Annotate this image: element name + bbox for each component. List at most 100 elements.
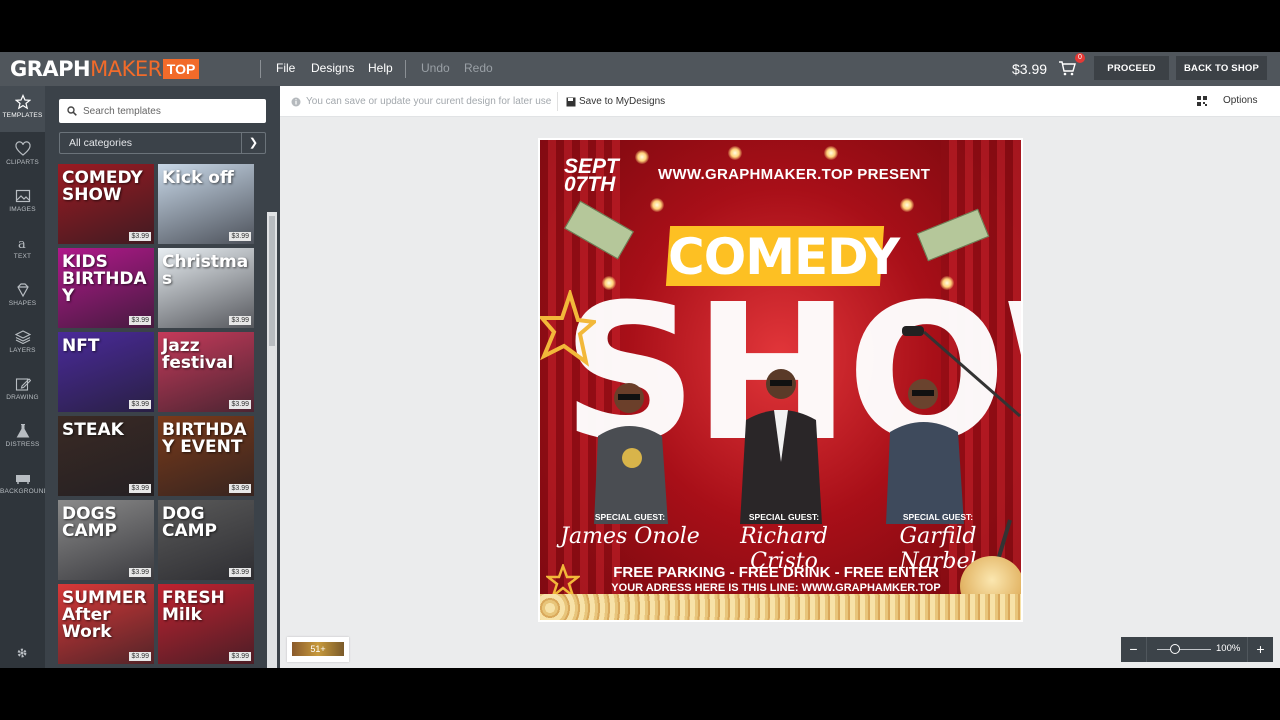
thumbnail-title: SUMMER After Work	[62, 588, 147, 642]
rail-images[interactable]: IMAGES	[0, 180, 45, 226]
template-thumbnail[interactable]: COMEDY SHOW $3.99	[58, 164, 154, 244]
template-thumbnail[interactable]: BIRTHDAY EVENT $3.99	[158, 416, 254, 496]
rail-shapes[interactable]: SHAPES	[0, 274, 45, 320]
rail-label: TEMPLATES	[2, 112, 43, 119]
thumbnail-title: COMEDY SHOW	[62, 168, 143, 205]
thumbnail-price: $3.99	[129, 652, 151, 661]
logo-top: TOP	[162, 58, 200, 79]
save-hint: You can save or update your curent desig…	[291, 96, 551, 107]
design-canvas[interactable]: SEPT 07TH WWW.GRAPHMAKER.TOP PRESENT COM…	[538, 138, 1023, 622]
qr-icon[interactable]	[1197, 96, 1207, 106]
star-outline-shape[interactable]	[540, 290, 596, 370]
template-thumbnail[interactable]: SUMMER After Work $3.99	[58, 584, 154, 664]
thumbnail-price: $3.99	[129, 484, 151, 493]
thumbnail-title: Jazz festival	[162, 336, 234, 373]
zoom-out-button[interactable]: −	[1121, 637, 1147, 662]
top-bar: GRAPH MAKER TOP File Designs Help Undo R…	[0, 52, 1280, 86]
template-thumbnail[interactable]: Christmas $3.99	[158, 248, 254, 328]
guest-label[interactable]: SPECIAL GUEST:	[570, 512, 690, 522]
scrollbar-thumb[interactable]	[269, 216, 275, 346]
thumbnail-title: FRESH Milk	[162, 588, 225, 625]
stage-light	[650, 198, 664, 212]
guest-name[interactable]: James Onole	[560, 524, 700, 549]
thumbnail-price: $3.99	[229, 316, 251, 325]
search-input[interactable]: Search templates	[59, 99, 266, 123]
stage-light	[728, 146, 742, 160]
guest-photo[interactable]	[584, 374, 679, 524]
event-date[interactable]: SEPT 07TH	[564, 156, 619, 195]
proceed-button[interactable]: PROCEED	[1094, 56, 1169, 80]
zoom-control: − 100% +	[1121, 637, 1273, 662]
thumbnail-price: $3.99	[129, 400, 151, 409]
thumbnail-title: BIRTHDAY EVENT	[162, 420, 247, 457]
back-to-shop-button[interactable]: BACK TO SHOP	[1176, 56, 1267, 80]
template-thumbnail[interactable]: KIDS BIRTHDAY $3.99	[58, 248, 154, 328]
rail-text[interactable]: a TEXT	[0, 227, 45, 273]
rail-layers[interactable]: LAYERS	[0, 321, 45, 367]
flask-icon	[16, 424, 29, 438]
cart-total: $3.99	[1012, 61, 1048, 77]
zoom-slider-handle[interactable]	[1169, 644, 1180, 654]
rail-cliparts[interactable]: CLIPARTS	[0, 133, 45, 179]
template-thumbnail[interactable]: DOG CAMP $3.99	[158, 500, 254, 580]
guest-label[interactable]: SPECIAL GUEST:	[878, 512, 998, 522]
save-label: Save to MyDesigns	[579, 96, 666, 107]
rail-label: DISTRESS	[5, 441, 40, 448]
present-text[interactable]: WWW.GRAPHMAKER.TOP PRESENT	[658, 166, 930, 183]
divider	[260, 60, 261, 78]
thumbnail-title: NFT	[62, 336, 100, 356]
category-value: All categories	[69, 137, 133, 149]
badge-count: 51+	[292, 642, 344, 656]
layers-icon	[14, 330, 31, 345]
rail-label: DRAWING	[6, 394, 39, 401]
template-thumbnail[interactable]: DOGS CAMP $3.99	[58, 500, 154, 580]
guest-photo[interactable]	[734, 362, 829, 524]
stage-light	[824, 146, 838, 160]
rail-label: SHAPES	[8, 300, 37, 307]
chevron-right-icon[interactable]: ❯	[241, 133, 265, 153]
rail-drawing[interactable]: DRAWING	[0, 368, 45, 414]
redo-button[interactable]: Redo	[464, 61, 493, 75]
cart-badge: 0	[1075, 53, 1085, 63]
template-thumbnail[interactable]: Kick off $3.99	[158, 164, 254, 244]
pencil-icon	[15, 378, 31, 391]
gear-icon[interactable]	[15, 646, 29, 660]
thumbnail-title: DOG CAMP	[162, 504, 218, 541]
save-to-mydesigns-button[interactable]: Save to MyDesigns	[566, 96, 665, 107]
logo[interactable]: GRAPH MAKER TOP	[10, 56, 200, 81]
star-outline-shape[interactable]	[546, 564, 580, 598]
options-button[interactable]: Options	[1223, 95, 1257, 106]
template-thumbnail[interactable]: FRESH Milk $3.99	[158, 584, 254, 664]
floppy-icon	[566, 97, 576, 106]
thumbnail-price: $3.99	[129, 232, 151, 241]
popcorn-image[interactable]	[540, 594, 1021, 620]
category-select[interactable]: All categories ❯	[59, 132, 266, 154]
hint-text: You can save or update your curent desig…	[306, 96, 552, 107]
image-icon	[15, 189, 30, 203]
star-icon	[14, 94, 31, 110]
template-thumbnail[interactable]: NFT $3.99	[58, 332, 154, 412]
rail-distress[interactable]: DISTRESS	[0, 415, 45, 461]
menu-help[interactable]: Help	[368, 61, 393, 75]
tool-rail: TEMPLATES CLIPARTS IMAGES a TEXT SHAPES …	[0, 86, 49, 668]
guest-label[interactable]: SPECIAL GUEST:	[724, 512, 844, 522]
notification-badge[interactable]: 51+	[287, 637, 349, 662]
rail-templates[interactable]: TEMPLATES	[0, 86, 45, 132]
free-info-text[interactable]: FREE PARKING - FREE DRINK - FREE ENTER	[596, 564, 956, 581]
menu-file[interactable]: File	[276, 61, 295, 75]
template-thumbnail[interactable]: STEAK $3.99	[58, 416, 154, 496]
rail-label: BACKGROUND	[0, 488, 49, 495]
thumbnail-price: $3.99	[129, 568, 151, 577]
cart-icon[interactable]	[1058, 60, 1076, 76]
logo-maker: MAKER	[90, 56, 162, 81]
address-text[interactable]: YOUR ADRESS HERE IS THIS LINE: WWW.GRAPH…	[596, 582, 956, 594]
menu-designs[interactable]: Designs	[311, 61, 354, 75]
thumbnail-price: $3.99	[229, 232, 251, 241]
zoom-slider-track[interactable]	[1157, 649, 1211, 650]
template-thumbnail[interactable]: Jazz festival $3.99	[158, 332, 254, 412]
rail-label: TEXT	[13, 253, 32, 260]
templates-panel: Search templates All categories ❯ COMEDY…	[45, 86, 280, 668]
rail-background[interactable]: BACKGROUND	[0, 462, 49, 508]
undo-button[interactable]: Undo	[421, 61, 450, 75]
zoom-in-button[interactable]: +	[1247, 637, 1273, 662]
